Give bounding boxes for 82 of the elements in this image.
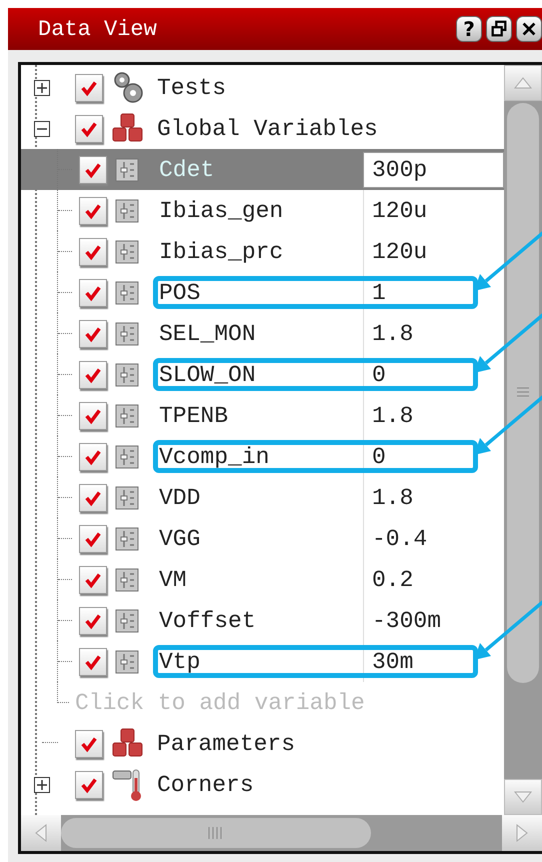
variable-name[interactable]: Ibias_gen: [159, 198, 363, 224]
variable-name[interactable]: SLOW_ON: [159, 362, 363, 388]
window-title: Data View: [38, 16, 157, 42]
checkmark-icon: [80, 776, 98, 794]
restore-icon: [490, 20, 508, 38]
checkmark-icon: [84, 242, 102, 260]
checkbox[interactable]: [79, 156, 107, 184]
help-button[interactable]: ?: [456, 16, 482, 42]
checkmark-icon: [80, 78, 98, 96]
slider-icon: [115, 444, 139, 468]
vertical-scrollbar[interactable]: [504, 65, 542, 815]
checkmark-icon: [80, 734, 98, 752]
tree-item[interactable]: Tests: [157, 74, 226, 100]
variable-name[interactable]: VDD: [159, 484, 363, 510]
scroll-thumb[interactable]: [507, 103, 539, 683]
checkbox[interactable]: [79, 360, 107, 388]
checkbox[interactable]: [75, 74, 103, 102]
checkbox[interactable]: [79, 524, 107, 552]
up-arrow-icon: [513, 76, 533, 90]
checkbox[interactable]: [79, 238, 107, 266]
collapse-icon[interactable]: [34, 120, 50, 136]
slider-icon: [115, 240, 139, 264]
checkmark-icon: [84, 324, 102, 342]
tree-item[interactable]: Corners: [157, 772, 254, 798]
checkmark-icon: [84, 488, 102, 506]
checkbox[interactable]: [79, 278, 107, 306]
checkbox[interactable]: [79, 320, 107, 348]
checkmark-icon: [84, 530, 102, 548]
checkbox[interactable]: [79, 442, 107, 470]
checkbox[interactable]: [75, 114, 103, 142]
variable-name[interactable]: Vtp: [159, 648, 363, 674]
slider-icon: [115, 280, 139, 304]
checkbox[interactable]: [79, 484, 107, 512]
value-field[interactable]: 300p: [363, 152, 504, 188]
slider-icon: [115, 362, 139, 386]
checkmark-icon: [84, 284, 102, 302]
checkmark-icon: [84, 160, 102, 178]
checkmark-icon: [84, 652, 102, 670]
variable-name[interactable]: Voffset: [159, 608, 363, 634]
variable-name[interactable]: Vcomp_in: [159, 444, 363, 470]
variable-name[interactable]: SEL_MON: [159, 320, 363, 346]
checkbox[interactable]: [79, 648, 107, 676]
checkmark-icon: [84, 406, 102, 424]
left-arrow-icon: [34, 823, 48, 843]
variable-name[interactable]: TPENB: [159, 402, 363, 428]
checkbox[interactable]: [79, 606, 107, 634]
checkbox[interactable]: [79, 566, 107, 594]
checkmark-icon: [84, 570, 102, 588]
slider-icon: [115, 404, 139, 428]
tree-item[interactable]: Global Variables: [157, 116, 378, 142]
slider-icon: [115, 526, 139, 550]
slider-icon: [115, 608, 139, 632]
close-icon: [520, 20, 538, 38]
checkmark-icon: [80, 120, 98, 138]
checkmark-icon: [84, 202, 102, 220]
slider-icon: [115, 198, 139, 222]
grip-icon: [208, 827, 224, 839]
tree-item[interactable]: Parameters: [157, 730, 296, 756]
restore-button[interactable]: [486, 16, 512, 42]
down-arrow-icon: [513, 790, 533, 804]
close-button[interactable]: [516, 16, 542, 42]
checkbox[interactable]: [79, 196, 107, 224]
slider-icon: [115, 650, 139, 674]
variable-name[interactable]: VM: [159, 566, 363, 592]
expand-icon[interactable]: [34, 776, 50, 792]
variable-name[interactable]: VGG: [159, 526, 363, 552]
checkbox[interactable]: [79, 402, 107, 430]
right-arrow-icon: [515, 823, 529, 843]
variable-name[interactable]: Ibias_prc: [159, 238, 363, 264]
horizontal-scrollbar[interactable]: [21, 815, 542, 851]
checkmark-icon: [84, 612, 102, 630]
expand-icon[interactable]: [34, 80, 50, 96]
checkmark-icon: [84, 448, 102, 466]
slider-icon: [115, 486, 139, 510]
slider-icon: [115, 568, 139, 592]
slider-icon: [115, 322, 139, 346]
scroll-thumb[interactable]: [61, 818, 371, 848]
checkmark-icon: [84, 366, 102, 384]
checkbox[interactable]: [75, 770, 103, 798]
checkbox[interactable]: [75, 730, 103, 758]
variable-name[interactable]: POS: [159, 280, 363, 306]
slider-icon: [115, 158, 139, 182]
